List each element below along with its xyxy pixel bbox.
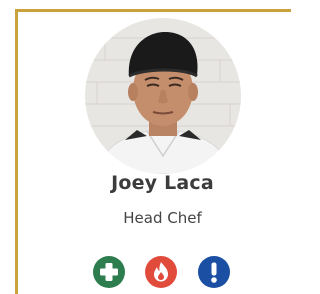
alert-button[interactable] <box>198 256 230 288</box>
fire-button[interactable] <box>145 256 177 288</box>
flame-icon <box>145 256 177 288</box>
plus-icon <box>93 256 125 288</box>
profile-role: Head Chef <box>123 209 202 227</box>
action-icons <box>93 256 233 288</box>
profile-name: Joey Laca <box>111 172 214 194</box>
avatar <box>85 18 241 174</box>
exclamation-icon <box>198 256 230 288</box>
chef-portrait <box>85 18 241 174</box>
add-button[interactable] <box>93 256 125 288</box>
